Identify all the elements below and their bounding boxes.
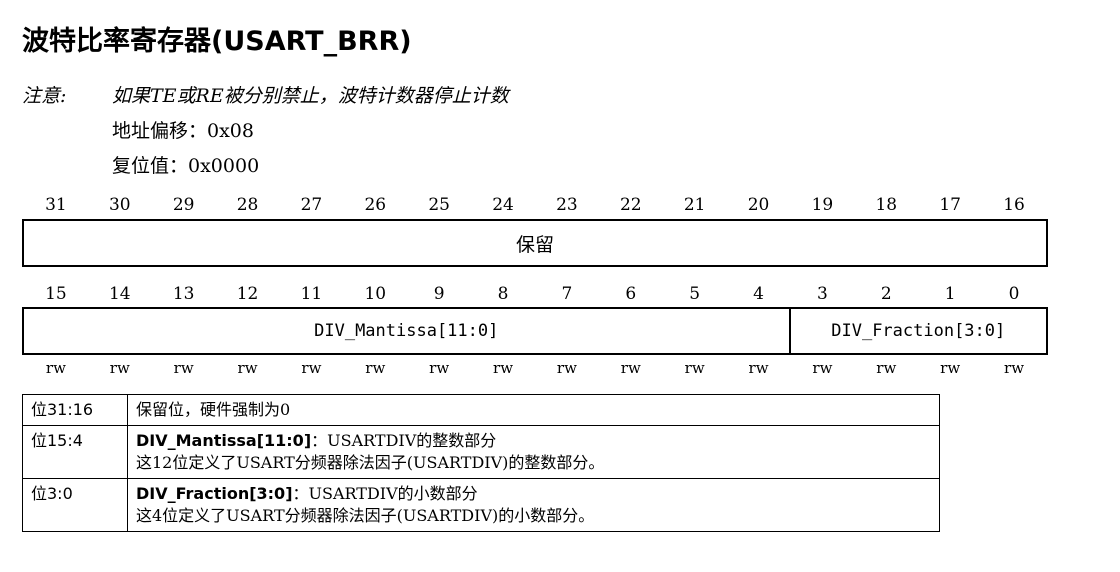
access-type: rw: [301, 359, 322, 377]
bit-number: 27: [300, 195, 323, 215]
description-line: ：USARTDIV的整数部分: [311, 431, 497, 450]
table-row: 位31:16 保留位，硬件强制为0: [22, 394, 940, 426]
bit-number: 14: [108, 284, 131, 304]
bit-number: 1: [944, 284, 956, 304]
access-type: rw: [173, 359, 194, 377]
page-title: 波特比率寄存器(USART_BRR): [22, 26, 412, 57]
bit-number: 25: [428, 195, 450, 215]
note-label: 注意:: [22, 85, 67, 107]
bit-description: DIV_Mantissa[11:0]：USARTDIV的整数部分 这12位定义了…: [127, 425, 940, 479]
bit-number: 6: [625, 284, 637, 304]
bit-numbers-low: 15 14 13 12 11 10 9 8 7 6 5 4 3 2 1 0: [24, 282, 1046, 306]
access-type: rw: [620, 359, 641, 377]
register-high-half: 保留: [22, 219, 1048, 267]
bit-number: 7: [561, 284, 573, 304]
table-row: 位15:4 DIV_Mantissa[11:0]：USARTDIV的整数部分 这…: [22, 425, 940, 479]
access-type: rw: [429, 359, 450, 377]
bit-number: 0: [1008, 284, 1020, 304]
bit-number: 29: [172, 195, 195, 215]
bit-description-table: 位31:16 保留位，硬件强制为0 位15:4 DIV_Mantissa[11:…: [22, 394, 940, 532]
bit-number: 2: [880, 284, 892, 304]
access-row: rw rw rw rw rw rw rw rw rw rw rw rw rw r…: [24, 356, 1046, 380]
access-type: rw: [876, 359, 897, 377]
bit-number: 19: [811, 195, 834, 215]
access-type: rw: [684, 359, 705, 377]
bit-description: 保留位，硬件强制为0: [127, 394, 940, 426]
description-line: 这4位定义了USART分频器除法因子(USARTDIV)的小数部分。: [136, 506, 595, 525]
bit-number: 17: [939, 195, 961, 215]
access-type: rw: [45, 359, 66, 377]
description-heading: DIV_Mantissa[11:0]：USARTDIV的整数部分: [136, 430, 931, 452]
access-type: rw: [940, 359, 961, 377]
bit-number: 30: [108, 195, 131, 215]
description-line: 保留位，硬件强制为0: [136, 400, 291, 419]
fraction-field: DIV_Fraction[3:0]: [831, 321, 1006, 341]
bit-number: 11: [300, 284, 323, 304]
access-type: rw: [556, 359, 577, 377]
reserved-field: 保留: [515, 233, 554, 256]
register-low-half: DIV_Mantissa[11:0] DIV_Fraction[3:0]: [22, 307, 1048, 355]
field-name: DIV_Mantissa[11:0]: [136, 431, 312, 450]
bit-number: 13: [172, 284, 195, 304]
bit-number: 18: [875, 195, 898, 215]
bit-number: 12: [236, 284, 259, 304]
description-line: 这12位定义了USART分频器除法因子(USARTDIV)的整数部分。: [136, 453, 605, 472]
bit-number: 16: [1003, 195, 1025, 215]
bit-number: 4: [753, 284, 764, 304]
bit-number: 20: [747, 195, 770, 215]
bit-range: 位15:4: [22, 425, 128, 479]
description-heading: DIV_Fraction[3:0]：USARTDIV的小数部分: [136, 483, 931, 505]
bit-number: 24: [492, 195, 514, 215]
bit-range: 位3:0: [22, 478, 128, 532]
access-type: rw: [237, 359, 258, 377]
access-type: rw: [493, 359, 514, 377]
bit-number: 10: [364, 284, 387, 304]
bit-number: 22: [619, 195, 642, 215]
bit-number: 23: [556, 195, 578, 215]
bit-number: 31: [45, 195, 67, 215]
note-text: 如果TE或RE被分别禁止，波特计数器停止计数: [112, 85, 509, 107]
bit-number: 26: [364, 195, 387, 215]
bit-number: 21: [683, 195, 706, 215]
bit-number: 3: [817, 284, 828, 304]
reset-value: 复位值：0x0000: [112, 155, 260, 177]
bit-numbers-high: 31 30 29 28 27 26 25 24 23 22 21 20 19 1…: [24, 193, 1046, 217]
bit-number: 28: [236, 195, 259, 215]
bit-number: 15: [45, 284, 67, 304]
bit-number: 9: [433, 284, 445, 304]
access-type: rw: [812, 359, 833, 377]
bit-description: DIV_Fraction[3:0]：USARTDIV的小数部分 这4位定义了US…: [127, 478, 940, 532]
mantissa-field: DIV_Mantissa[11:0]: [24, 309, 791, 353]
address-offset: 地址偏移：0x08: [112, 120, 254, 142]
access-type: rw: [1004, 359, 1025, 377]
bit-range: 位31:16: [22, 394, 128, 426]
field-name: DIV_Fraction[3:0]: [136, 484, 293, 503]
table-row: 位3:0 DIV_Fraction[3:0]：USARTDIV的小数部分 这4位…: [22, 478, 940, 532]
access-type: rw: [748, 359, 769, 377]
access-type: rw: [109, 359, 130, 377]
bit-number: 5: [689, 284, 701, 304]
document-page: 波特比率寄存器(USART_BRR) 注意: 如果TE或RE被分别禁止，波特计数…: [0, 0, 1120, 572]
bit-number: 8: [497, 284, 509, 304]
description-line: ：USARTDIV的小数部分: [292, 484, 478, 503]
access-type: rw: [365, 359, 386, 377]
